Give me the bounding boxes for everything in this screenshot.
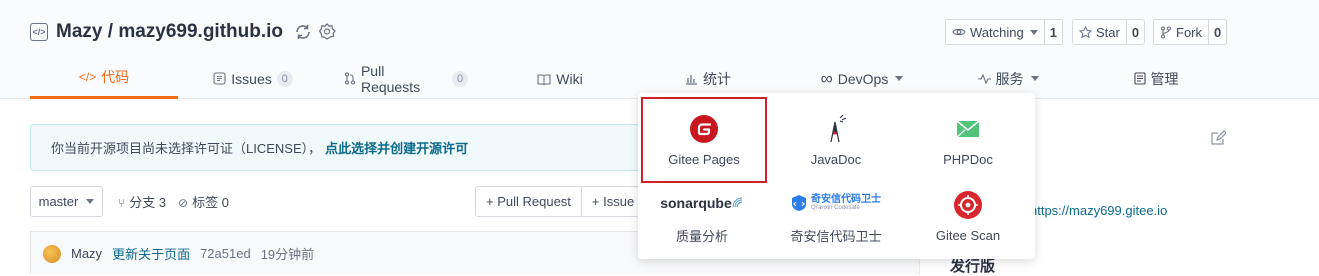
fork-button[interactable]: Fork <box>1154 20 1209 44</box>
homepage-link[interactable]: https://mazy699.gitee.io <box>1030 203 1167 218</box>
caret-down-icon <box>86 199 95 204</box>
bar-chart-icon <box>686 74 697 85</box>
repo-owner[interactable]: Mazy <box>56 21 102 43</box>
menu-item-label: JavaDoc <box>810 151 862 167</box>
phpdoc-icon <box>955 114 981 144</box>
tags-link[interactable]: ⊘ 标签 0 <box>178 192 229 211</box>
tab-pull-requests[interactable]: Pull Requests 0 <box>344 58 468 99</box>
create-actions-group: + Pull Request + Issue <box>475 186 655 217</box>
tab-label: Issues <box>231 70 272 87</box>
star-icon <box>1079 25 1092 38</box>
menu-item-label: 质量分析 <box>675 228 728 244</box>
code-repo-icon: </> <box>30 23 48 41</box>
gitee-scan-icon <box>954 190 982 220</box>
branches-label: 分支 3 <box>129 195 167 210</box>
new-issue-button[interactable]: + Issue <box>580 187 644 216</box>
avatar[interactable] <box>43 244 61 263</box>
tab-manage[interactable]: 管理 <box>1131 58 1181 99</box>
watch-button[interactable]: Watching <box>946 20 1045 44</box>
caret-down-icon <box>1029 29 1038 35</box>
tab-label: 服务 <box>995 70 1024 87</box>
license-notice-text: 你当前开源项目尚未选择许可证（LICENSE）， <box>51 141 322 156</box>
repo-title: </> Mazy / mazy699.github.io <box>30 18 337 46</box>
caret-down-icon <box>1030 76 1039 81</box>
manage-icon <box>1133 72 1146 85</box>
fork-button-group: Fork 0 <box>1153 19 1228 45</box>
star-button[interactable]: Star <box>1073 20 1127 44</box>
sonarqube-logo-icon: sonarqube <box>660 188 744 218</box>
pr-count-badge: 0 <box>452 70 468 87</box>
menu-item-gitee-pages[interactable]: Gitee Pages <box>641 97 767 183</box>
star-button-group: Star 0 <box>1072 19 1146 45</box>
watch-count[interactable]: 1 <box>1045 20 1062 44</box>
caret-down-icon <box>895 76 904 81</box>
tab-label: 管理 <box>1150 70 1179 87</box>
new-pull-request-button[interactable]: + Pull Request <box>476 187 581 216</box>
sonarqube-logo-text: sonarqube <box>660 194 732 211</box>
tab-label: Wiki <box>556 70 583 87</box>
book-icon <box>537 73 551 85</box>
tab-label: 统计 <box>703 70 731 87</box>
commit-hash[interactable]: 72a51ed <box>200 246 251 261</box>
tab-issues[interactable]: Issues 0 <box>213 58 293 99</box>
tags-label: 标签 0 <box>192 195 229 210</box>
branch-icon: ⑂ <box>118 196 126 210</box>
tag-icon: ⊘ <box>178 196 189 210</box>
fork-count[interactable]: 0 <box>1209 20 1226 44</box>
tab-label: Pull Requests <box>360 62 421 95</box>
gitee-logo-icon <box>690 114 718 144</box>
star-label: Star <box>1096 24 1120 40</box>
services-dropdown-menu: Gitee Pages JavaDoc PHPDoc sonarqube 质量分… <box>638 93 1035 259</box>
watch-label: Watching <box>970 24 1024 40</box>
branch-meta: ⑂ 分支 3 ⊘ 标签 0 <box>118 186 229 217</box>
gvp-badge-icon[interactable] <box>317 22 337 42</box>
java-duke-icon <box>823 114 849 144</box>
tab-label: DevOps <box>837 70 889 87</box>
repo-name[interactable]: mazy699.github.io <box>118 21 283 43</box>
commit-message[interactable]: 更新关于页面 <box>112 244 190 263</box>
menu-item-gitee-scan[interactable]: Gitee Scan <box>908 176 1028 256</box>
repo-separator: / <box>102 21 119 42</box>
menu-item-qianxin-codesafe[interactable]: 奇安信代码卫士 Qi'anxin Codesafe 奇安信代码卫士 <box>776 176 896 256</box>
repo-header: </> Mazy / mazy699.github.io Watching 1 … <box>0 0 1319 99</box>
sync-icon[interactable] <box>293 22 313 42</box>
menu-item-javadoc[interactable]: JavaDoc <box>776 100 896 180</box>
fork-label: Fork <box>1176 24 1202 40</box>
fork-icon <box>1160 25 1172 39</box>
issues-count-badge: 0 <box>276 70 293 87</box>
menu-item-phpdoc[interactable]: PHPDoc <box>908 100 1028 180</box>
infinity-icon: ∞ <box>820 68 833 88</box>
eye-icon <box>952 28 966 36</box>
license-notice: 你当前开源项目尚未选择许可证（LICENSE）， 点此选择并创建开源许可 <box>30 124 670 171</box>
star-count[interactable]: 0 <box>1127 20 1144 44</box>
edit-icon[interactable] <box>1210 130 1226 146</box>
tab-wiki[interactable]: Wiki <box>535 58 585 99</box>
issues-icon <box>213 72 226 85</box>
watch-button-group: Watching 1 <box>945 19 1063 45</box>
pull-request-icon <box>344 72 356 85</box>
create-license-link[interactable]: 点此选择并创建开源许可 <box>325 138 468 157</box>
qianxin-codesafe-logo-icon: 奇安信代码卫士 Qi'anxin Codesafe <box>791 188 881 218</box>
commit-author[interactable]: Mazy <box>71 246 102 261</box>
commit-time: 19分钟前 <box>260 247 315 262</box>
branch-name: master <box>38 194 79 209</box>
qianxin-logo-text: 奇安信代码卫士 <box>811 193 881 205</box>
branch-select[interactable]: master <box>30 186 103 217</box>
menu-item-quality-analysis[interactable]: sonarqube 质量分析 <box>642 176 762 256</box>
qianxin-logo-subtext: Qi'anxin Codesafe <box>811 204 860 211</box>
branches-link[interactable]: ⑂ 分支 3 <box>118 192 166 211</box>
menu-item-label: Gitee Pages <box>668 151 740 167</box>
pulse-icon <box>977 73 991 84</box>
menu-item-label: PHPDoc <box>943 151 993 167</box>
menu-item-label: Gitee Scan <box>935 227 1001 243</box>
tab-label: 代码 <box>101 69 130 85</box>
menu-item-label: 奇安信代码卫士 <box>790 228 882 244</box>
tab-code[interactable]: </> 代码 <box>30 58 178 99</box>
code-icon: </> <box>78 70 97 84</box>
